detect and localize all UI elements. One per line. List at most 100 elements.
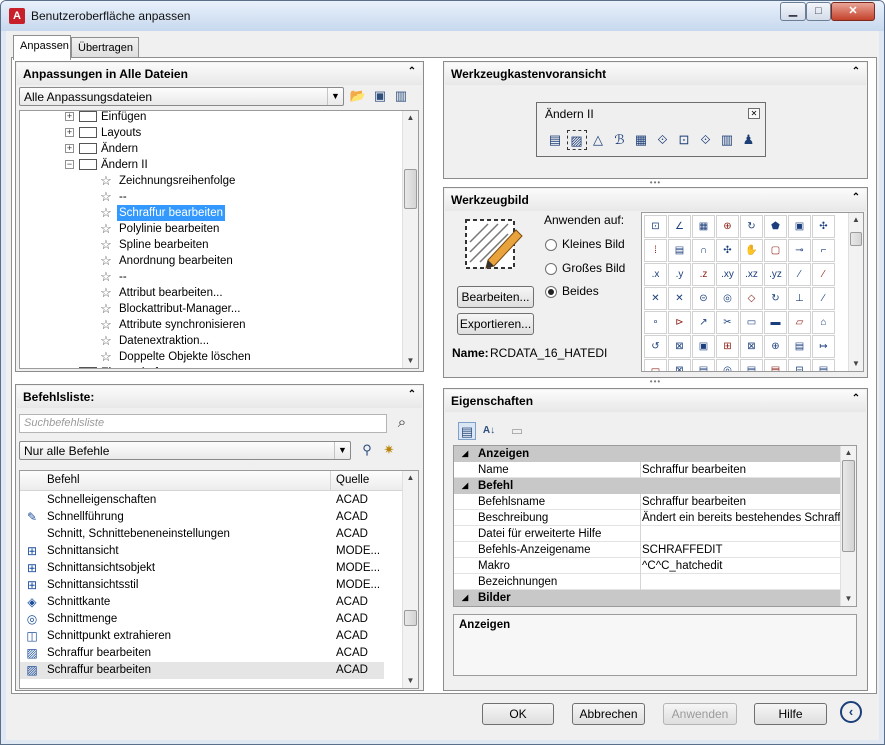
button-image-icon[interactable]: ↻ [764, 287, 787, 310]
toolbar-button-icon[interactable]: ⟐ [653, 130, 673, 150]
command-row[interactable]: ✎ Schnellführung ACAD [20, 509, 384, 526]
button-image-icon[interactable]: ⊕ [764, 335, 787, 358]
button-image-icon[interactable]: ✣ [716, 239, 739, 262]
save-all-icon[interactable]: ▥ [392, 87, 410, 105]
property-row[interactable]: Datei für erweiterte Hilfe [454, 526, 840, 542]
categorized-view-icon[interactable]: ▤ [458, 422, 476, 440]
button-image-icon[interactable]: ▤ [692, 359, 715, 371]
tree-item[interactable]: ☆ Anordnung bearbeiten [20, 253, 402, 269]
save-icon[interactable]: ▣ [371, 87, 389, 105]
tree-item[interactable]: ☆ Doppelte Objekte löschen [20, 349, 402, 365]
button-image-icon[interactable]: ⁄ [788, 263, 811, 286]
property-row[interactable]: Makro ^C^C_hatchedit [454, 558, 840, 574]
button-image-icon[interactable]: ∠ [668, 215, 691, 238]
tree-scrollbar[interactable]: ▲ ▼ [402, 111, 418, 368]
scroll-up-icon[interactable]: ▲ [841, 446, 856, 460]
collapse-icon[interactable]: ⌃ [850, 67, 862, 79]
button-image-icon[interactable]: ⌂ [812, 311, 835, 334]
tree-item[interactable]: + Layouts [20, 125, 402, 141]
scroll-up-icon[interactable]: ▲ [403, 111, 418, 125]
collapse-icon[interactable]: ⌃ [850, 394, 862, 406]
button-image-icon[interactable]: ↺ [644, 335, 667, 358]
button-image-icon[interactable]: ◇ [740, 287, 763, 310]
button-image-icon[interactable]: ▤ [812, 359, 835, 371]
tree-item[interactable]: ☆ Schraffur bearbeiten [20, 205, 402, 221]
scroll-down-icon[interactable]: ▼ [841, 592, 856, 606]
scroll-down-icon[interactable]: ▼ [849, 357, 863, 371]
command-list-scrollbar[interactable]: ▲ ▼ [402, 471, 418, 688]
property-value[interactable]: Ändert ein bereits bestehendes Schraffur [642, 510, 851, 526]
button-image-icon[interactable]: ↻ [740, 215, 763, 238]
button-image-icon[interactable]: .y [668, 263, 691, 286]
button-image-icon[interactable]: ▬ [764, 311, 787, 334]
property-value[interactable]: SCHRAFFEDIT [642, 542, 723, 558]
scroll-down-icon[interactable]: ▼ [403, 674, 418, 688]
expand-icon[interactable]: + [67, 368, 72, 369]
collapse-category-icon[interactable]: ◢ [462, 478, 468, 494]
collapse-category-icon[interactable]: ◢ [462, 590, 468, 606]
toolbar-button-icon[interactable]: ▨ [566, 130, 587, 150]
command-row[interactable]: ⊞ Schnittansicht MODE... [20, 543, 384, 560]
scroll-thumb[interactable] [404, 169, 417, 209]
tree-item[interactable]: ☆ Attribute synchronisieren [20, 317, 402, 333]
new-command-icon[interactable]: ✷ [380, 441, 398, 459]
scroll-thumb[interactable] [850, 232, 862, 246]
scroll-down-icon[interactable]: ▼ [403, 354, 418, 368]
button-image-icon[interactable]: ⊠ [668, 335, 691, 358]
collapse-dialog-icon[interactable]: ‹ [840, 701, 862, 723]
button-image-icon[interactable]: ⊝ [692, 287, 715, 310]
open-file-icon[interactable]: 📂 [349, 87, 367, 105]
edit-image-button[interactable]: Bearbeiten... [457, 286, 534, 308]
property-value[interactable]: Schraffur bearbeiten [642, 494, 746, 510]
button-image-icon[interactable]: ✕ [668, 287, 691, 310]
button-image-icon[interactable]: ▣ [692, 335, 715, 358]
button-image-icon[interactable]: ◎ [716, 359, 739, 371]
button-image-icon[interactable]: ↗ [692, 311, 715, 334]
maximize-button[interactable]: □ [806, 2, 831, 21]
button-image-icon[interactable]: ▤ [740, 359, 763, 371]
button-image-icon[interactable]: ▦ [692, 215, 715, 238]
collapse-icon[interactable]: ⌃ [850, 193, 862, 205]
button-image-icon[interactable]: ⊠ [740, 335, 763, 358]
help-button[interactable]: Hilfe [754, 703, 827, 725]
button-image-icon[interactable]: ⊸ [788, 239, 811, 262]
command-row[interactable]: ⊞ Schnittansichtsobjekt MODE... [20, 560, 384, 577]
splitter-handle[interactable]: ••• [443, 179, 868, 187]
property-row[interactable]: Befehls-Anzeigename SCHRAFFEDIT [454, 542, 840, 558]
toolbar-button-icon[interactable]: ⟐ [696, 130, 716, 150]
button-image-icon[interactable]: .yz [764, 263, 787, 286]
radio-large-image[interactable] [545, 263, 557, 275]
toolbar-button-icon[interactable]: ▤ [545, 130, 565, 150]
column-source[interactable]: Quelle [336, 474, 369, 486]
property-pages-icon[interactable]: ▭ [508, 422, 526, 440]
button-image-icon[interactable]: .xy [716, 263, 739, 286]
button-image-icon[interactable]: ✣ [812, 215, 835, 238]
button-image-icon[interactable]: ⊞ [716, 335, 739, 358]
button-image-icon[interactable]: .xz [740, 263, 763, 286]
search-icon[interactable]: ⌕ [393, 414, 411, 432]
command-row[interactable]: ◈ Schnittkante ACAD [20, 594, 384, 611]
tree-item[interactable]: ☆ Zeichnungsreihenfolge [20, 173, 402, 189]
button-image-icon[interactable]: ▭ [644, 359, 667, 371]
button-image-icon[interactable]: ✂ [716, 311, 739, 334]
button-image-icon[interactable]: ▭ [740, 311, 763, 334]
tree-item[interactable]: ☆ Spline bearbeiten [20, 237, 402, 253]
splitter-handle[interactable]: ••• [443, 378, 868, 386]
scroll-thumb[interactable] [404, 610, 417, 626]
button-image-icon[interactable]: ▤ [764, 359, 787, 371]
expand-icon[interactable]: + [65, 112, 74, 121]
button-image-icon[interactable]: ⊥ [788, 287, 811, 310]
button-image-icon[interactable]: .z [692, 263, 715, 286]
image-grid-scrollbar[interactable]: ▲ ▼ [848, 213, 863, 371]
property-category[interactable]: ◢ Bilder [454, 590, 840, 606]
scroll-thumb[interactable] [842, 460, 855, 552]
command-row[interactable]: ◎ Schnittmenge ACAD [20, 611, 384, 628]
button-image-icon[interactable]: ▤ [788, 335, 811, 358]
tree-item[interactable]: + Eigenschaften [20, 365, 402, 369]
button-image-icon[interactable]: ∕ [812, 287, 835, 310]
command-row[interactable]: ▨ Schraffur bearbeiten ACAD [20, 645, 384, 662]
command-row[interactable]: ⊞ Schnittansichtsstil MODE... [20, 577, 384, 594]
toolbar-button-icon[interactable]: ▦ [631, 130, 651, 150]
collapse-icon[interactable]: ⌃ [406, 390, 418, 402]
scroll-up-icon[interactable]: ▲ [403, 471, 418, 485]
